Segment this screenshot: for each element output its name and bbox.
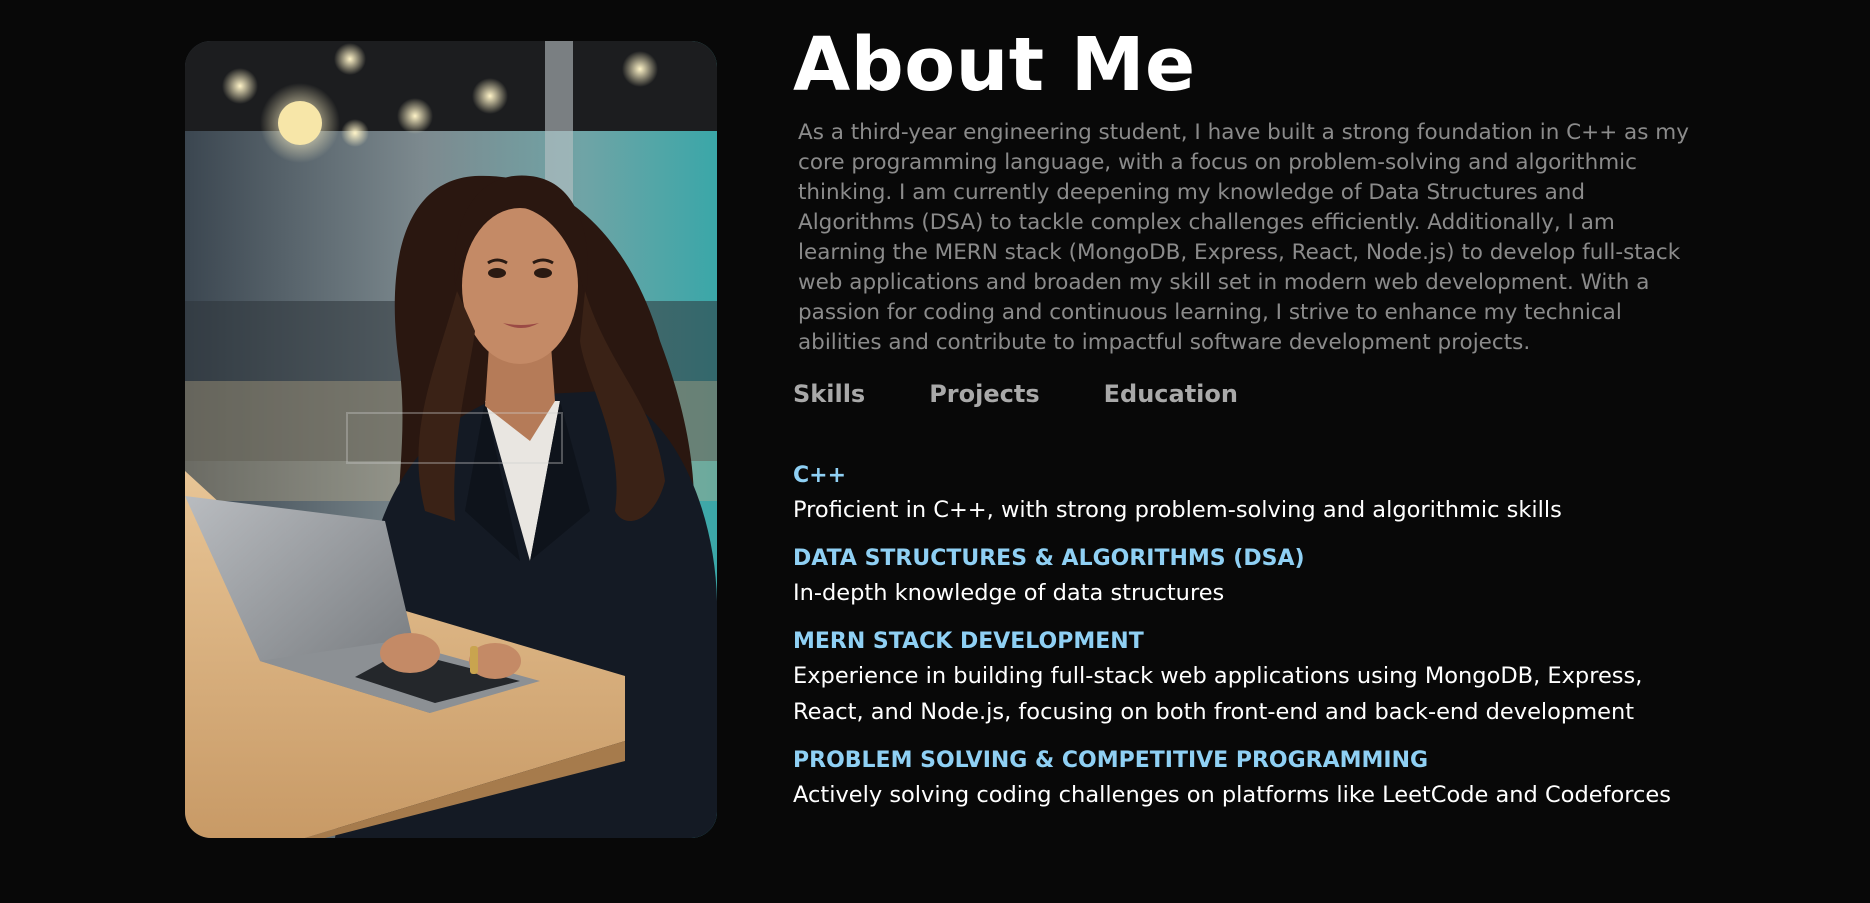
skill-title: PROBLEM SOLVING & COMPETITIVE PROGRAMMIN… <box>793 748 1429 773</box>
profile-photo <box>185 41 717 838</box>
skills-list: C++ Proficient in C++, with strong probl… <box>793 460 1793 828</box>
about-section: About Me As a third-year engineering stu… <box>0 0 1870 903</box>
tab-skills[interactable]: Skills <box>793 380 865 408</box>
skill-title: C++ <box>793 463 847 488</box>
skill-description: Actively solving coding challenges on pl… <box>793 782 1671 808</box>
skill-description: Experience in building full-stack web ap… <box>793 663 1643 725</box>
skill-description: Proficient in C++, with strong problem-s… <box>793 497 1562 523</box>
skill-item-cpp: C++ Proficient in C++, with strong probl… <box>793 460 1793 528</box>
skill-title: MERN STACK DEVELOPMENT <box>793 629 1144 654</box>
skill-item-dsa: DATA STRUCTURES & ALGORITHMS (DSA) In-de… <box>793 543 1793 611</box>
tab-bar: Skills Projects Education <box>793 380 1793 408</box>
tab-education[interactable]: Education <box>1104 380 1238 408</box>
about-content: About Me As a third-year engineering stu… <box>793 20 1793 408</box>
bio-paragraph: As a third-year engineering student, I h… <box>798 120 1689 355</box>
skill-item-problem-solving: PROBLEM SOLVING & COMPETITIVE PROGRAMMIN… <box>793 745 1793 813</box>
tab-projects[interactable]: Projects <box>929 380 1039 408</box>
skill-description: In-depth knowledge of data structures <box>793 580 1225 606</box>
page-title: About Me <box>793 22 1196 108</box>
profile-photo-illustration <box>185 41 717 838</box>
skill-item-mern: MERN STACK DEVELOPMENT Experience in bui… <box>793 626 1793 730</box>
skill-title: DATA STRUCTURES & ALGORITHMS (DSA) <box>793 546 1305 571</box>
